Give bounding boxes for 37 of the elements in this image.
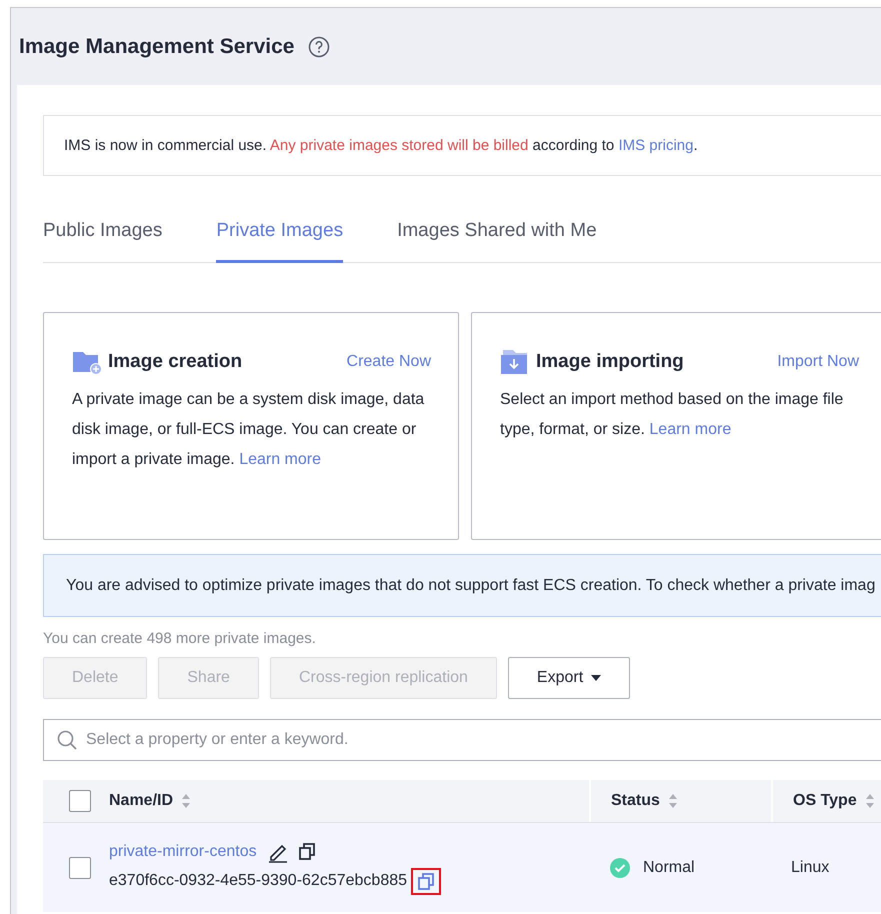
column-header: Status <box>611 792 660 810</box>
image-name-link[interactable]: private-mirror-centos <box>109 842 257 860</box>
sort-icon[interactable] <box>181 793 192 809</box>
copy-icon <box>418 872 434 890</box>
copy-id-button[interactable] <box>411 868 442 894</box>
card-title: Image importing <box>536 351 685 373</box>
card-title: Image creation <box>108 351 244 373</box>
notice-text: IMS is now in commercial use. Any private images stored will be billed according to IMS pricing. <box>64 137 698 154</box>
column-header: Name/ID <box>109 792 174 810</box>
card-action-link[interactable]: Import Now <box>777 353 859 371</box>
advisory-text: You are advised to optimize private images that do not support fast ECS creation. To check whether a private imag <box>66 576 876 594</box>
pricing-link[interactable]: IMS pricing <box>618 137 694 154</box>
folder-add-icon <box>72 349 102 375</box>
status-text: Normal <box>643 858 695 876</box>
copy-icon[interactable] <box>298 843 315 860</box>
search-field[interactable]: Select a property or enter a keyword. <box>43 719 881 761</box>
row-checkbox[interactable] <box>69 856 91 878</box>
card-description: A private image can be a system disk image, data disk image, or full-ECS image. You can create or import a private image. Learn more <box>72 390 426 470</box>
card-description: Select an import method based on the image file type, format, or size. Learn more <box>500 390 844 440</box>
image-id: e370f6cc-0932-4e55-9390-62c57ebcb885 <box>109 872 408 890</box>
caret-icon <box>591 675 602 681</box>
quota-text: You can create 498 more private images. <box>43 630 317 647</box>
select-all-checkbox[interactable] <box>69 790 91 812</box>
tab[interactable]: Images Shared with Me <box>397 216 597 263</box>
dropdown-button[interactable]: Export <box>508 657 630 699</box>
sort-icon[interactable] <box>668 793 678 809</box>
learn-more-link[interactable]: Learn more <box>239 451 322 468</box>
tab[interactable]: Public Images <box>43 216 162 263</box>
os-type-text: Linux <box>791 858 830 876</box>
sort-icon[interactable] <box>864 793 875 809</box>
folder-import-icon <box>500 349 530 375</box>
page-title: Image Management Service <box>19 34 294 58</box>
help-icon[interactable] <box>308 36 330 58</box>
tab[interactable]: Private Images <box>216 216 344 263</box>
learn-more-link[interactable]: Learn more <box>649 421 732 438</box>
card-action-link[interactable]: Create Now <box>346 353 431 371</box>
column-header: OS Type <box>793 792 857 810</box>
